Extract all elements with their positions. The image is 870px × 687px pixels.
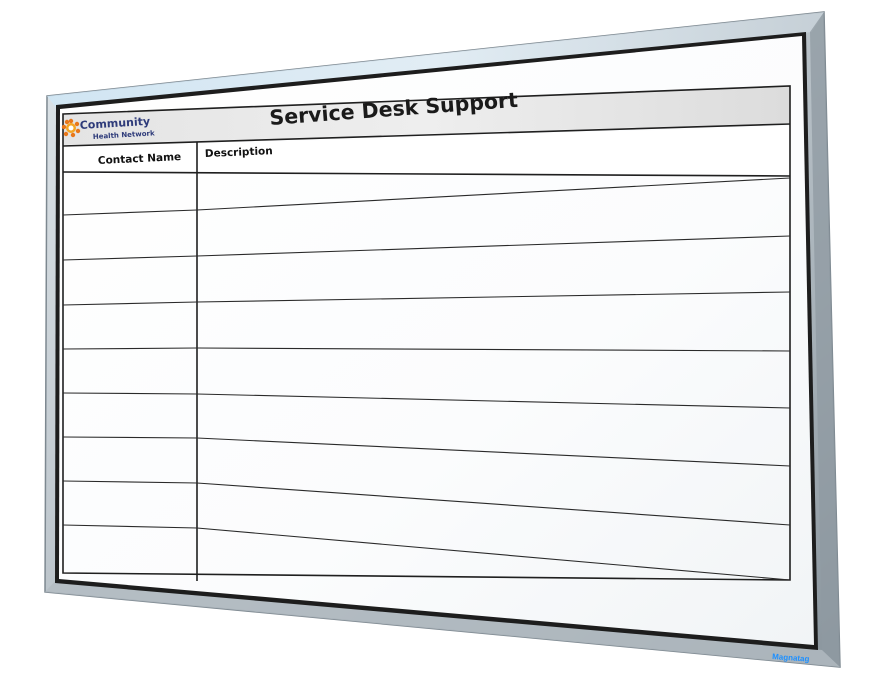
brand-badge: Magnatag [772, 652, 810, 664]
whiteboard-svg: Community Health Network Service Desk Su… [44, 11, 841, 668]
whiteboard-image: Community Health Network Service Desk Su… [0, 0, 870, 687]
